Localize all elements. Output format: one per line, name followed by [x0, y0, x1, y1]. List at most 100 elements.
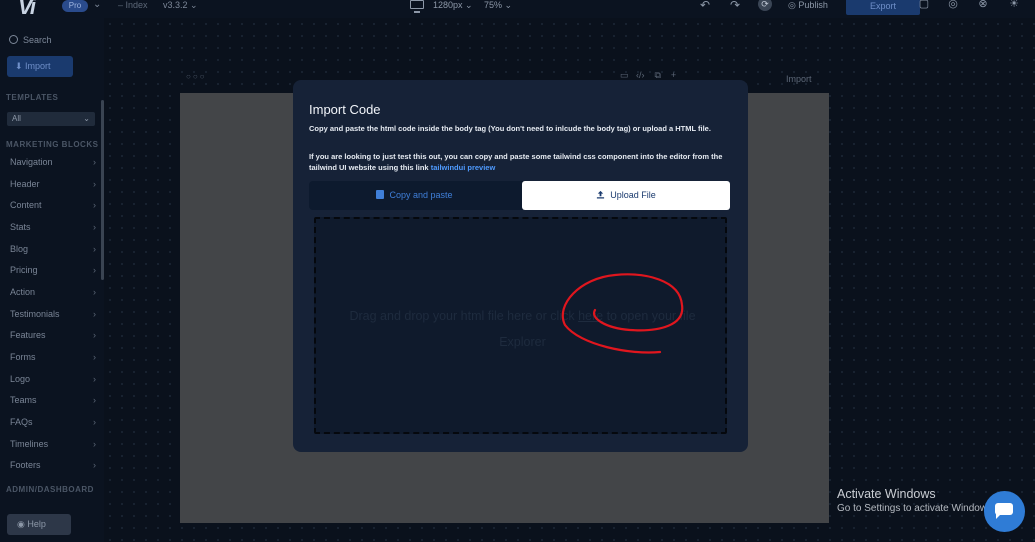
sidebar-item-label: Forms [10, 352, 36, 362]
sidebar-item-label: Timelines [10, 439, 49, 449]
zoom-select-label: 75% [484, 0, 503, 10]
sidebar-import-button[interactable]: ⬇ Import [7, 56, 73, 77]
settings-icon[interactable]: ◎ [946, 0, 960, 11]
chevron-right-icon: › [93, 287, 96, 297]
tab-upload-file[interactable]: Upload File [522, 181, 730, 210]
canvas-import-label: Import [786, 74, 812, 84]
sidebar-item-timelines[interactable]: Timelines › [10, 439, 96, 453]
page-select[interactable]: – Index [118, 0, 148, 10]
help-label: Help [27, 519, 46, 529]
import-code-modal: Import Code Copy and paste the html code… [293, 80, 748, 452]
templates-heading: TEMPLATES [6, 93, 59, 102]
sidebar-item-content[interactable]: Content › [10, 200, 96, 214]
sidebar-item-label: Testimonials [10, 309, 60, 319]
chevron-right-icon: › [93, 222, 96, 232]
top-toolbar: Vi Pro ⌄ – Index v3.3.2 ⌄ 1280px ⌄ 75% ⌄… [0, 0, 1035, 19]
page-select-label: Index [125, 0, 148, 10]
sidebar-item-label: FAQs [10, 417, 33, 427]
import-tabs: Copy and paste Upload File [309, 181, 730, 210]
export-label: Export [869, 1, 896, 11]
sidebar-item-label: Navigation [10, 157, 53, 167]
search-label: Search [23, 35, 52, 45]
chevron-down-icon: ⌄ [83, 114, 90, 123]
desktop-monitor-icon[interactable] [410, 0, 424, 13]
canvas-import-button[interactable]: Import [786, 74, 812, 84]
chevron-right-icon: › [93, 179, 96, 189]
sidebar-item-action[interactable]: Action › [10, 287, 96, 301]
undo-icon[interactable]: ↶ [700, 0, 710, 12]
tab-copy-and-paste[interactable]: Copy and paste [309, 181, 520, 210]
chevron-right-icon: › [93, 330, 96, 340]
plan-badge: Pro [62, 0, 88, 12]
sidebar-item-testimonials[interactable]: Testimonials › [10, 309, 96, 323]
sidebar-scrollbar[interactable] [101, 100, 104, 280]
window-dots-icon: ○○○ [186, 72, 207, 81]
theme-sun-icon[interactable]: ☀ [1007, 0, 1021, 11]
marketing-heading: MARKETING BLOCKS [6, 140, 99, 149]
chevron-right-icon: › [93, 157, 96, 167]
copy-icon [376, 190, 385, 199]
close-icon[interactable]: ⊗ [976, 0, 990, 11]
activate-windows-subtitle: Go to Settings to activate Windows. [837, 503, 995, 514]
sidebar-item-blog[interactable]: Blog › [10, 244, 96, 258]
upload-icon [597, 190, 605, 199]
sidebar-item-header[interactable]: Header › [10, 179, 96, 193]
sidebar-item-label: Teams [10, 395, 37, 405]
modal-hint: If you are looking to just test this out… [309, 151, 729, 173]
chevron-right-icon: › [93, 395, 96, 405]
activate-windows-title: Activate Windows [837, 487, 936, 501]
sidebar-item-label: Content [10, 200, 42, 210]
sidebar-item-label: Pricing [10, 265, 38, 275]
chevron-down-icon[interactable]: ⌄ [93, 0, 101, 10]
tab-copy-label: Copy and paste [389, 190, 453, 200]
sidebar-item-label: Footers [10, 460, 41, 470]
width-select[interactable]: 1280px ⌄ [433, 0, 473, 11]
version-label: v3.3.2 [163, 0, 188, 10]
sidebar-item-label: Stats [10, 222, 31, 232]
sync-icon[interactable]: ⟳ [758, 0, 772, 11]
help-button[interactable]: ◉ Help [7, 514, 71, 535]
redo-icon[interactable]: ↷ [730, 0, 740, 12]
app-logo: Vi [18, 0, 36, 19]
chevron-right-icon: › [93, 374, 96, 384]
red-circle-annotation [561, 273, 684, 354]
sidebar-item-label: Action [10, 287, 36, 297]
search-button[interactable]: Search [9, 35, 52, 45]
chevron-right-icon: › [93, 309, 96, 319]
sidebar-item-label: Features [10, 330, 46, 340]
chevron-right-icon: › [93, 417, 96, 427]
version-select[interactable]: v3.3.2 ⌄ [163, 0, 198, 11]
modal-title: Import Code [309, 102, 381, 117]
publish-label: Publish [798, 0, 828, 10]
sidebar-item-pricing[interactable]: Pricing › [10, 265, 96, 279]
sidebar-item-forms[interactable]: Forms › [10, 352, 96, 366]
chevron-right-icon: › [93, 200, 96, 210]
sidebar-item-faqs[interactable]: FAQs › [10, 417, 96, 431]
chevron-right-icon: › [93, 244, 96, 254]
chevron-right-icon: › [93, 265, 96, 275]
modal-description: Copy and paste the html code inside the … [309, 124, 711, 133]
sidebar-item-label: Header [10, 179, 40, 189]
chat-support-button[interactable] [984, 491, 1025, 532]
sidebar-item-logo[interactable]: Logo › [10, 374, 96, 388]
sidebar-item-label: Logo [10, 374, 31, 384]
width-select-label: 1280px [433, 0, 463, 10]
zoom-select[interactable]: 75% ⌄ [484, 0, 512, 11]
sidebar-item-stats[interactable]: Stats › [10, 222, 96, 236]
templates-select[interactable]: All ⌄ [7, 112, 95, 126]
search-icon [9, 35, 18, 44]
admin-heading: ADMIN/DASHBOARD [6, 485, 94, 494]
chevron-right-icon: › [93, 460, 96, 470]
sidebar-item-teams[interactable]: Teams › [10, 395, 96, 409]
tailwindui-preview-link[interactable]: tailwindui preview [431, 163, 496, 172]
sidebar-item-features[interactable]: Features › [10, 330, 96, 344]
export-button[interactable]: Export [846, 0, 920, 15]
publish-button[interactable]: ◎ Publish [788, 0, 828, 11]
tab-upload-label: Upload File [610, 190, 656, 200]
sidebar-item-footers[interactable]: Footers › [10, 460, 96, 474]
chevron-right-icon: › [93, 439, 96, 449]
sidebar-item-navigation[interactable]: Navigation › [10, 157, 96, 171]
save-icon[interactable]: ▢ [917, 0, 931, 11]
templates-select-label: All [12, 114, 21, 123]
chevron-right-icon: › [93, 352, 96, 362]
